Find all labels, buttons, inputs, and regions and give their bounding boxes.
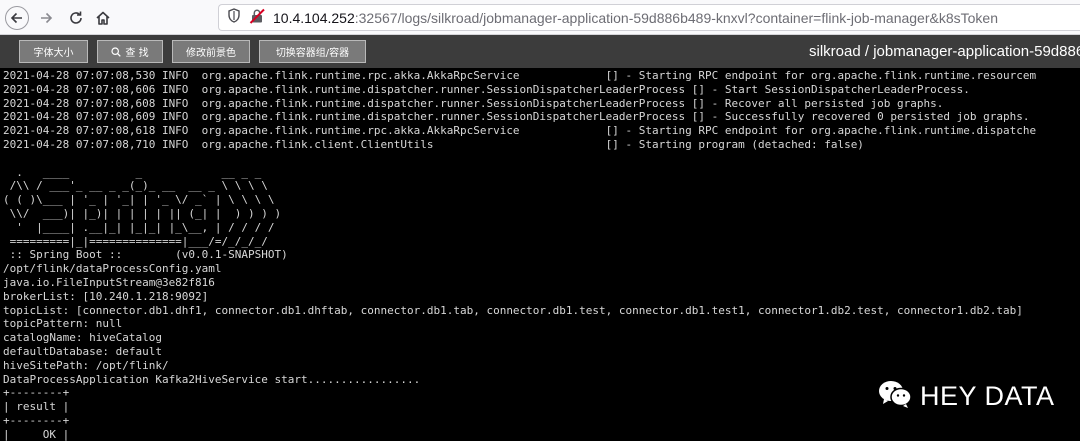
reload-icon	[68, 10, 84, 26]
switch-container-button[interactable]: 切换容器组/容器	[259, 40, 366, 63]
terminal-line: +--------+	[3, 386, 70, 400]
terminal-line: DataProcessApplication Kafka2HiveService…	[3, 372, 421, 386]
wechat-icon	[878, 379, 912, 413]
font-size-button[interactable]: 字体大小	[19, 40, 88, 63]
url-path: :32567/logs/silkroad/jobmanager-applicat…	[354, 9, 998, 26]
terminal-line: hiveSitePath: /opt/flink/	[3, 358, 169, 372]
search-label: 查 找	[125, 48, 149, 59]
terminal-line: \\/ ___)| |_)| | | | | || (_| | ) ) ) )	[3, 207, 282, 220]
search-button[interactable]: 查 找	[97, 40, 163, 63]
browser-toolbar: 10.4.104.252:32567/logs/silkroad/jobmana…	[0, 0, 1080, 35]
watermark-text: HEY DATA	[920, 380, 1055, 411]
terminal-line: 2021-04-28 07:07:08,618 INFO org.apache.…	[3, 124, 1037, 138]
terminal-line: ( ( )\___ | '_ | '_| | '_ \/ _` | \ \ \ …	[3, 193, 275, 207]
terminal-line: :: Spring Boot :: (v0.0.1-SNAPSHOT)	[3, 248, 288, 262]
terminal-line: brokerList: [10.240.1.218:9092]	[3, 289, 209, 303]
back-button[interactable]	[4, 5, 30, 31]
terminal-toolbar: 字体大小 查 找 修改前景色 切换容器组/容器 silkroad / jobma…	[0, 35, 1080, 68]
home-icon	[95, 10, 111, 26]
search-icon	[111, 46, 122, 57]
terminal-line: /\\ / ___'_ __ _ _(_)_ __ __ _ \ \ \ \	[3, 179, 268, 193]
home-button[interactable]	[90, 5, 116, 31]
terminal-line: 2021-04-28 07:07:08,606 INFO org.apache.…	[3, 82, 970, 96]
terminal-line: =========|_|==============|___/=/_/_/_/	[3, 234, 268, 248]
switch-container-label: 切换容器组/容器	[275, 48, 350, 59]
url-host: 10.4.104.252	[273, 9, 355, 26]
terminal-line: ' |____| .__|_| |_|_| |_\__, | / / / /	[3, 220, 275, 234]
terminal-line: +--------+	[3, 414, 70, 427]
terminal-line: 2021-04-28 07:07:08,608 INFO org.apache.…	[3, 96, 944, 110]
terminal-line: defaultDatabase: default	[3, 345, 162, 358]
insecure-lock-icon[interactable]	[249, 8, 265, 28]
font-size-label: 字体大小	[33, 48, 74, 59]
terminal-line: topicPattern: null	[3, 317, 123, 331]
forward-button[interactable]	[33, 5, 59, 31]
back-arrow-icon	[5, 6, 29, 30]
terminal-line: 2021-04-28 07:07:08,530 INFO org.apache.…	[3, 69, 1037, 82]
forward-arrow-icon	[39, 11, 53, 25]
change-foreground-color-button[interactable]: 修改前景色	[172, 40, 250, 63]
watermark: HEY DATA	[878, 379, 1055, 413]
terminal-line: /opt/flink/dataProcessConfig.yaml	[3, 262, 222, 276]
terminal-line: 2021-04-28 07:07:08,710 INFO org.apache.…	[3, 138, 864, 151]
terminal-line: | OK |	[3, 427, 70, 441]
terminal-line: java.io.FileInputStream@3e82f816	[3, 276, 215, 289]
window-title: silkroad / jobmanager-application-59d886…	[809, 43, 1080, 60]
url-text: 10.4.104.252:32567/logs/silkroad/jobmana…	[273, 10, 998, 26]
reload-button[interactable]	[63, 5, 89, 31]
fg-color-label: 修改前景色	[186, 48, 236, 59]
terminal-line: 2021-04-28 07:07:08,609 INFO org.apache.…	[3, 110, 1030, 124]
terminal-line: . ____ _ __ _ _	[3, 165, 262, 179]
shield-icon[interactable]	[227, 8, 241, 27]
terminal-line: catalogName: hiveCatalog	[3, 331, 162, 345]
terminal-line: | result |	[3, 400, 70, 414]
terminal-line: topicList: [connector.db1.dhf1, connecto…	[3, 303, 1023, 317]
address-bar[interactable]: 10.4.104.252:32567/logs/silkroad/jobmana…	[218, 4, 1080, 31]
